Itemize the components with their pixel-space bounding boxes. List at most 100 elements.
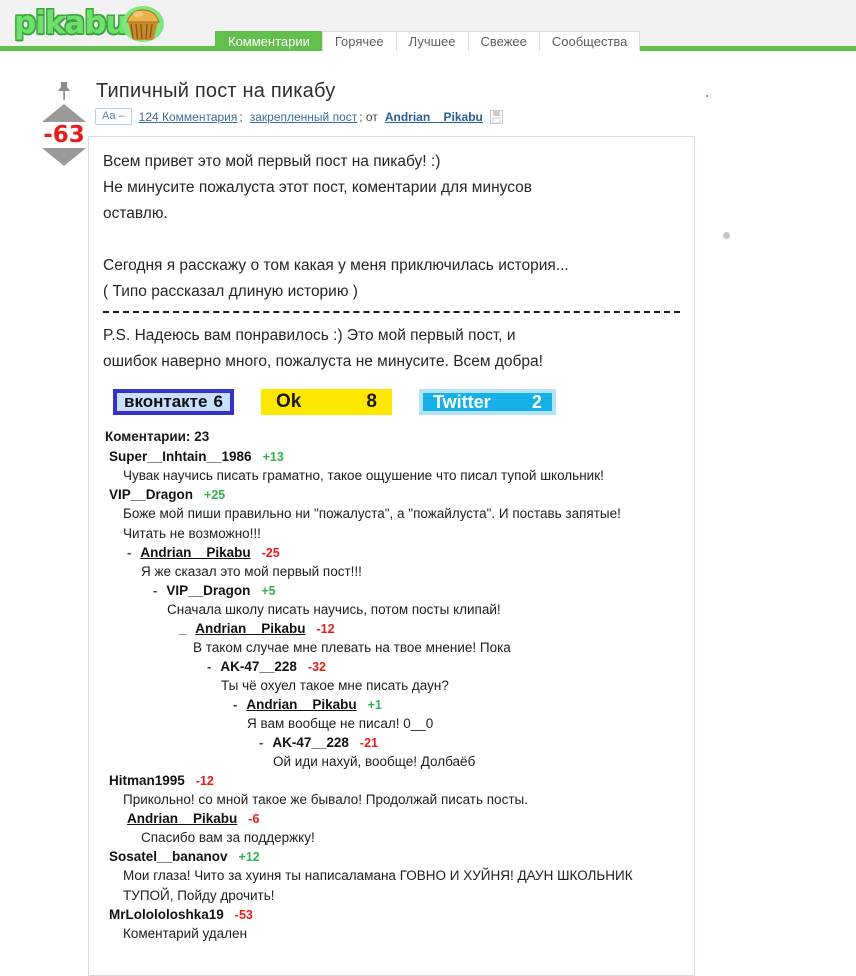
comment-author-link[interactable]: Andrian__Pikabu [195, 620, 305, 638]
site-header: pikabu Комментарии Горячее Лучшее Свежее… [0, 0, 856, 51]
comment-header: MrLolololoshka19 -53 [109, 906, 680, 924]
share-buttons: вконтакте 6 Ok 8 Twitter 2 [113, 389, 680, 415]
dashed-divider [103, 311, 680, 313]
post-meta: Aa – 124 Комментария ; закрепленный пост… [95, 108, 503, 125]
tab-fresh[interactable]: Свежее [467, 31, 540, 51]
comment-header: Super__Inhtain__1986 +13 [109, 448, 680, 466]
comment-score: -21 [359, 736, 378, 750]
comment-score: -53 [234, 908, 253, 922]
decorative-dot-top [706, 95, 708, 97]
share-vk-button[interactable]: вконтакте 6 [113, 389, 234, 415]
comment-item: - Andrian__Pikabu -25 Я же сказал это мой п… [127, 544, 680, 582]
comment-item: Super__Inhtain__1986 +13 Чувак научись пис… [109, 448, 680, 486]
comment-score: +1 [367, 698, 382, 712]
comment-list: Super__Inhtain__1986 +13 Чувак научись пис… [103, 448, 680, 944]
post-line-7: ошибок наверно много, пожалуста не минус… [103, 353, 543, 370]
comment-text: Прикольно! со мной такое же бывало! Прод… [123, 792, 528, 807]
pinned-post-link[interactable]: закрепленный пост [250, 110, 358, 124]
share-vk-count: 6 [213, 392, 223, 411]
post-body: Всем привет это мой первый пост на пикаб… [103, 149, 680, 375]
comment-collapse-toggle[interactable]: _ [179, 620, 186, 638]
comment-text: Сначала школу писать научись, потом пост… [167, 602, 501, 617]
comment-author-link[interactable]: Andrian__Pikabu [127, 810, 237, 828]
comment-item: MrLolololoshka19 -53 Коментарий удален [109, 906, 680, 944]
comment-text: Коментарий удален [123, 926, 248, 941]
comment-score: -12 [316, 622, 335, 636]
share-ok-button[interactable]: Ok 8 [260, 389, 392, 415]
meta-separator-1: ; [239, 109, 243, 124]
comment-header: - Andrian__Pikabu -25 [127, 544, 680, 562]
post-author-link[interactable]: Andrian__Pikabu [385, 110, 483, 124]
comment-item: _ Andrian__Pikabu -12 В таком случае мне пл… [179, 620, 680, 658]
logo-text: pikabu [14, 4, 128, 41]
comment-header: Hitman1995 -12 [109, 772, 680, 790]
tab-communities[interactable]: Сообщества [538, 31, 641, 51]
comment-header: - Andrian__Pikabu +1 [233, 696, 680, 714]
comment-author-link[interactable]: AK-47__228 [220, 658, 297, 676]
share-twitter-button[interactable]: Twitter 2 [418, 389, 556, 415]
share-ok-count: 8 [366, 391, 377, 412]
comment-author-link[interactable]: Hitman1995 [109, 772, 185, 790]
comment-collapse-toggle[interactable]: - [127, 544, 131, 562]
comment-text: Я же сказал это мой первый пост!!! [141, 564, 362, 579]
comments-header-count: 23 [194, 429, 210, 444]
comment-text: Я вам вообще не писал! 0__0 [247, 716, 434, 731]
comment-header: VIP__Dragon +25 [109, 486, 680, 504]
comment-header: Sosatel__bananov +12 [109, 848, 680, 866]
comment-author-link[interactable]: VIP__Dragon [109, 486, 193, 504]
decorative-dot-mid [723, 232, 730, 239]
comment-author-link[interactable]: MrLolololoshka19 [109, 906, 224, 924]
comment-author-link[interactable]: Super__Inhtain__1986 [109, 448, 252, 466]
post-line-1: Всем привет это мой первый пост на пикаб… [103, 153, 441, 170]
comment-author-link[interactable]: Sosatel__bananov [109, 848, 228, 866]
cupcake-icon [122, 6, 164, 42]
post-spacer [103, 227, 680, 253]
comment-item: Andrian__Pikabu -6 Спасибо вам за поддержк… [127, 810, 680, 848]
upvote-button[interactable] [42, 104, 86, 122]
meta-separator-2: ; от [359, 109, 378, 124]
comment-author-link[interactable]: Andrian__Pikabu [140, 544, 250, 562]
comment-collapse-toggle[interactable]: - [207, 658, 211, 676]
tab-comments[interactable]: Комментарии [215, 31, 323, 51]
comment-item: Hitman1995 -12 Прикольно! со мной такое же… [109, 772, 680, 810]
comment-collapse-toggle[interactable]: - [153, 582, 157, 600]
site-logo[interactable]: pikabu [14, 2, 174, 44]
comments-header: Коментарии: 23 [105, 429, 680, 444]
share-ok-label: Ok [275, 391, 302, 412]
comment-header: - VIP__Dragon +5 [153, 582, 680, 600]
comment-author-link[interactable]: VIP__Dragon [166, 582, 250, 600]
comment-text: Спасибо вам за поддержку! [141, 830, 315, 845]
comment-item: - AK-47__228 -32 Ты чё охуел такое мне писа… [207, 658, 680, 696]
comment-header: Andrian__Pikabu -6 [127, 810, 680, 828]
comment-header: - AK-47__228 -21 [259, 734, 680, 752]
comment-collapse-toggle[interactable]: - [233, 696, 237, 714]
comment-text: В таком случае мне плевать на твое мнени… [193, 640, 511, 655]
post-content-box: Всем привет это мой первый пост на пикаб… [88, 136, 695, 976]
tab-best[interactable]: Лучшее [395, 31, 469, 51]
post-line-2: Не минусите пожалуста этот пост, комента… [103, 179, 533, 196]
comment-author-link[interactable]: AK-47__228 [272, 734, 349, 752]
comment-score: +13 [262, 450, 284, 464]
comment-score: -32 [307, 660, 326, 674]
font-size-button[interactable]: Aa – [95, 108, 132, 125]
vote-widget: -63 [40, 80, 88, 166]
downvote-button[interactable] [42, 148, 86, 166]
comment-text: Ты чё охуел такое мне писать даун? [221, 678, 449, 693]
main-nav-tabs[interactable]: Комментарии Горячее Лучшее Свежее Сообще… [215, 31, 641, 51]
post-score: -63 [43, 122, 85, 148]
save-icon[interactable] [489, 109, 503, 124]
comment-score: +25 [204, 488, 226, 502]
post-line-4: Сегодня я расскажу о том какая у меня пр… [103, 257, 569, 274]
comment-text: Боже мой пиши правильно ни "пожалуста", … [123, 506, 621, 541]
post-title: Типичный пост на пикабу [96, 80, 336, 102]
tab-hot[interactable]: Горячее [321, 31, 397, 51]
share-twitter-count: 2 [531, 391, 542, 412]
comment-collapse-toggle[interactable]: - [259, 734, 263, 752]
comment-item: - Andrian__Pikabu +1 Я вам вообще не писал!… [233, 696, 680, 734]
post-line-6: P.S. Надеюсь вам понравилось :) Это мой … [103, 327, 516, 344]
comment-author-link[interactable]: Andrian__Pikabu [246, 696, 356, 714]
comments-count-link[interactable]: 124 Комментария [139, 110, 238, 124]
share-twitter-label: Twitter [432, 391, 491, 412]
comment-score: -25 [261, 546, 280, 560]
comment-score: -6 [248, 812, 260, 826]
